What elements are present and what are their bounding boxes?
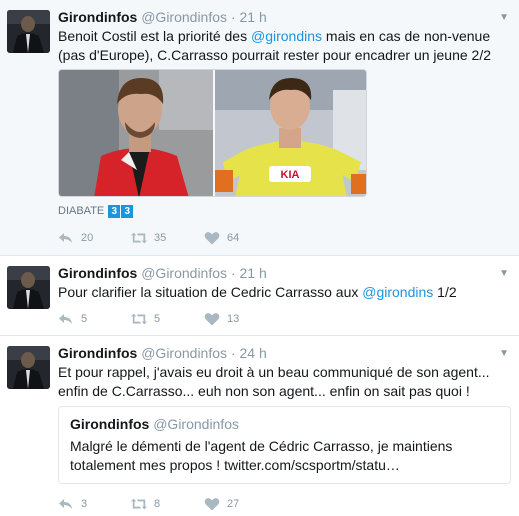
display-name[interactable]: Girondinfos <box>58 345 137 361</box>
tag-count-badge: 3 <box>108 205 121 218</box>
timestamp[interactable]: 21 h <box>239 9 266 25</box>
heart-icon <box>204 313 220 326</box>
retweet-count: 8 <box>154 498 161 510</box>
heart-icon <box>204 232 220 245</box>
photo-player-red-jacket[interactable] <box>59 70 213 196</box>
tagged-users[interactable]: DIABATE 33 <box>58 205 134 218</box>
tweet-1[interactable]: ▼ Girondinfos @Girondinfos · 21 h Benoit… <box>0 0 519 256</box>
user-handle[interactable]: @Girondinfos <box>141 345 227 361</box>
avatar[interactable] <box>7 266 50 309</box>
quoted-user-handle: @Girondinfos <box>153 416 240 432</box>
photo-image: KIA <box>215 70 366 196</box>
quoted-display-name: Girondinfos <box>70 416 150 432</box>
reply-icon <box>59 233 72 243</box>
reply-button[interactable]: 5 <box>58 312 87 326</box>
separator-dot: · <box>230 9 236 25</box>
retweet-icon <box>131 232 147 244</box>
retweet-icon <box>131 498 147 510</box>
display-name[interactable]: Girondinfos <box>58 265 137 281</box>
like-count: 13 <box>227 313 240 325</box>
display-name[interactable]: Girondinfos <box>58 9 137 25</box>
tweet-header: Girondinfos @Girondinfos · 24 h <box>58 344 267 362</box>
photo-goalkeeper-yellow[interactable]: KIA <box>215 70 366 196</box>
photo-image <box>59 70 213 196</box>
avatar[interactable] <box>7 10 50 53</box>
quoted-tweet-text: Malgré le démenti de l'agent de Cédric C… <box>70 438 453 473</box>
avatar-image <box>7 10 50 53</box>
mention-link[interactable]: @girondins <box>251 28 322 44</box>
caret-down-icon[interactable]: ▼ <box>499 268 509 279</box>
avatar[interactable] <box>7 346 50 389</box>
like-button[interactable]: 27 <box>204 497 239 511</box>
tweet-header: Girondinfos @Girondinfos · 21 h <box>58 8 267 26</box>
like-button[interactable]: 13 <box>204 312 239 326</box>
tweet-3[interactable]: ▼ Girondinfos @Girondinfos · 24 h Et pou… <box>0 336 519 516</box>
svg-text:KIA: KIA <box>281 169 300 181</box>
separator-dot: · <box>230 345 236 361</box>
tag-count-badge: 3 <box>121 205 134 218</box>
reply-icon <box>59 499 72 509</box>
user-handle[interactable]: @Girondinfos <box>141 265 227 281</box>
reply-button[interactable]: 20 <box>58 231 93 245</box>
heart-icon <box>204 498 220 511</box>
media-grid[interactable]: KIA <box>58 69 367 197</box>
tweet-header: Girondinfos @Girondinfos · 21 h <box>58 264 267 282</box>
retweet-count: 35 <box>154 232 167 244</box>
quoted-tweet[interactable]: Girondinfos @Girondinfos Malgré le démen… <box>58 406 511 484</box>
avatar-image <box>7 346 50 389</box>
reply-count: 3 <box>81 498 88 510</box>
reply-count: 5 <box>81 313 88 325</box>
caret-down-icon[interactable]: ▼ <box>499 12 509 23</box>
like-count: 64 <box>227 232 240 244</box>
like-button[interactable]: 64 <box>204 231 239 245</box>
tweet-text: Et pour rappel, j'avais eu droit à un be… <box>58 364 490 399</box>
timestamp[interactable]: 24 h <box>239 345 266 361</box>
separator-dot: · <box>230 265 236 281</box>
timestamp[interactable]: 21 h <box>239 265 266 281</box>
retweet-button[interactable]: 35 <box>131 231 166 245</box>
like-count: 27 <box>227 498 240 510</box>
caret-down-icon[interactable]: ▼ <box>499 348 509 359</box>
tweet-text: Pour clarifier la situation de Cedric Ca… <box>58 283 510 302</box>
tweet-text-part: Benoit Costil est la priorité des <box>58 28 251 44</box>
reply-icon <box>59 314 72 324</box>
quoted-tweet-header: Girondinfos @Girondinfos <box>70 415 239 433</box>
tagged-label[interactable]: DIABATE <box>58 205 104 217</box>
tweet-text-part: 1/2 <box>433 284 457 300</box>
retweet-button[interactable]: 8 <box>131 497 160 511</box>
tweet-text-part: Pour clarifier la situation de Cedric Ca… <box>58 284 363 300</box>
avatar-image <box>7 266 50 309</box>
retweet-icon <box>131 313 147 325</box>
mention-link[interactable]: @girondins <box>362 284 433 300</box>
reply-count: 20 <box>81 232 94 244</box>
user-handle[interactable]: @Girondinfos <box>141 9 227 25</box>
tweet-text: Benoit Costil est la priorité des @giron… <box>58 27 510 65</box>
retweet-count: 5 <box>154 313 161 325</box>
tweet-2[interactable]: ▼ Girondinfos @Girondinfos · 21 h Pour c… <box>0 256 519 336</box>
reply-button[interactable]: 3 <box>58 497 87 511</box>
retweet-button[interactable]: 5 <box>131 312 160 326</box>
